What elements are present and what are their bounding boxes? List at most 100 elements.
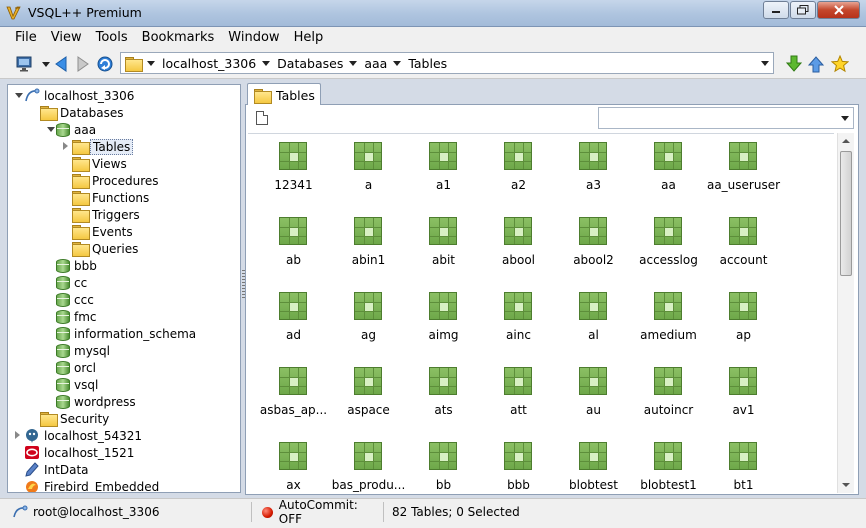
table-tile[interactable]: a3 [556, 142, 631, 202]
vertical-scrollbar[interactable] [837, 133, 854, 493]
menu-help[interactable]: Help [287, 27, 331, 49]
tree-item[interactable]: Functions [72, 189, 149, 206]
forward-arrow-icon[interactable] [74, 55, 92, 73]
table-tile[interactable]: asbas_ap... [256, 367, 331, 427]
chevron-down-icon[interactable] [262, 60, 271, 66]
refresh-icon[interactable] [96, 55, 114, 73]
filter-combo[interactable] [598, 107, 854, 129]
scroll-up-icon[interactable] [842, 139, 850, 143]
status-autocommit[interactable]: AutoCommit: OFF [258, 498, 384, 526]
bookmark-star-icon[interactable] [831, 55, 849, 73]
table-tile[interactable]: abool2 [556, 217, 631, 277]
tree-item[interactable]: Databases [40, 104, 124, 121]
tree-item[interactable]: IntData [24, 461, 89, 478]
tree-item[interactable]: ccc [56, 291, 94, 308]
table-tile[interactable]: bb [406, 442, 481, 493]
table-tile[interactable]: abin1 [331, 217, 406, 277]
tree-item[interactable]: information_schema [56, 325, 196, 342]
menu-window[interactable]: Window [221, 27, 286, 49]
table-tile[interactable]: ap [706, 292, 781, 352]
download-arrow-icon[interactable] [785, 55, 803, 73]
table-tile[interactable]: account [706, 217, 781, 277]
path-history-dropdown-icon[interactable] [761, 61, 769, 66]
table-tile[interactable]: ainc [481, 292, 556, 352]
menu-file[interactable]: File [8, 27, 44, 49]
table-tile[interactable]: al [556, 292, 631, 352]
table-tile[interactable]: aa_useruser [706, 142, 781, 202]
table-tile[interactable]: bt1 [706, 442, 781, 493]
tree-item[interactable]: localhost_3306 [15, 87, 134, 104]
table-tile[interactable]: a1 [406, 142, 481, 202]
table-tile[interactable]: au [556, 367, 631, 427]
table-tile[interactable]: ats [406, 367, 481, 427]
connect-dropdown-icon[interactable] [42, 62, 50, 67]
table-tile[interactable]: abit [406, 217, 481, 277]
table-tile[interactable]: accesslog [631, 217, 706, 277]
close-button[interactable] [817, 1, 860, 19]
breadcrumb-segment[interactable]: aaa [364, 56, 402, 71]
breadcrumb-segment[interactable]: Databases [277, 56, 358, 71]
tree-item[interactable]: Security [40, 410, 109, 427]
connect-monitor-icon[interactable] [16, 55, 34, 73]
scroll-down-icon[interactable] [842, 483, 850, 487]
back-arrow-icon[interactable] [52, 55, 70, 73]
tree-item[interactable]: Events [72, 223, 133, 240]
chevron-down-icon[interactable] [841, 116, 849, 121]
tree-item[interactable]: mysql [56, 342, 110, 359]
menu-bookmarks[interactable]: Bookmarks [135, 27, 222, 49]
tree-item[interactable]: Tables [63, 138, 134, 155]
table-tile[interactable]: ab [256, 217, 331, 277]
tree-item[interactable]: wordpress [56, 393, 136, 410]
tree-expand-icon[interactable] [15, 431, 20, 439]
table-tile[interactable]: amedium [631, 292, 706, 352]
tree-item[interactable]: Triggers [72, 206, 140, 223]
object-tree[interactable]: localhost_3306 Databases aaa Tables Views Pro… [7, 84, 241, 493]
table-tile[interactable]: ag [331, 292, 406, 352]
tree-item[interactable]: aaa [47, 121, 96, 138]
tree-item[interactable]: Procedures [72, 172, 159, 189]
table-tile[interactable]: autoincr [631, 367, 706, 427]
new-document-icon[interactable] [256, 111, 268, 125]
tree-item[interactable]: cc [56, 274, 87, 291]
upload-arrow-icon[interactable] [807, 55, 825, 73]
tree-item[interactable]: localhost_1521 [24, 444, 134, 461]
table-tile[interactable]: bbb [481, 442, 556, 493]
table-tile[interactable]: blobtest1 [631, 442, 706, 493]
tree-item[interactable]: fmc [56, 308, 97, 325]
tree-collapse-icon[interactable] [15, 93, 23, 98]
tab-tables[interactable]: Tables [247, 83, 321, 106]
chevron-down-icon[interactable] [147, 60, 155, 66]
tree-item[interactable]: Firebird_Embedded [24, 478, 159, 492]
table-tile[interactable]: ax [256, 442, 331, 493]
menu-tools[interactable]: Tools [89, 27, 135, 49]
breadcrumb-root-folder[interactable] [125, 56, 155, 72]
breadcrumb-segment[interactable]: localhost_3306 [162, 56, 271, 71]
scrollbar-thumb[interactable] [840, 151, 852, 276]
chevron-down-icon[interactable] [393, 60, 402, 66]
tree-item[interactable]: vsql [56, 376, 98, 393]
table-tile[interactable]: 12341 [256, 142, 331, 202]
minimize-button[interactable] [763, 1, 789, 19]
table-tile[interactable]: av1 [706, 367, 781, 427]
tree-item[interactable]: Views [72, 155, 127, 172]
tree-item[interactable]: localhost_54321 [15, 427, 142, 444]
table-tile[interactable]: blobtest [556, 442, 631, 493]
tree-item[interactable]: orcl [56, 359, 96, 376]
table-tile[interactable]: aa [631, 142, 706, 202]
table-tile[interactable]: ad [256, 292, 331, 352]
breadcrumb[interactable]: localhost_3306 Databases aaa Tables [120, 52, 774, 74]
tree-item[interactable]: Queries [72, 240, 138, 257]
chevron-down-icon[interactable] [349, 60, 358, 66]
table-tile[interactable]: a2 [481, 142, 556, 202]
tree-collapse-icon[interactable] [47, 127, 55, 132]
maximize-button[interactable] [790, 1, 816, 19]
table-tile[interactable]: bas_produ... [331, 442, 406, 493]
table-tile[interactable]: aspace [331, 367, 406, 427]
table-tile[interactable]: aimg [406, 292, 481, 352]
table-tile[interactable]: a [331, 142, 406, 202]
breadcrumb-segment[interactable]: Tables [408, 56, 447, 71]
table-tile[interactable]: att [481, 367, 556, 427]
tree-item[interactable]: bbb [56, 257, 97, 274]
table-tile[interactable]: abool [481, 217, 556, 277]
tree-expand-icon[interactable] [63, 142, 68, 150]
